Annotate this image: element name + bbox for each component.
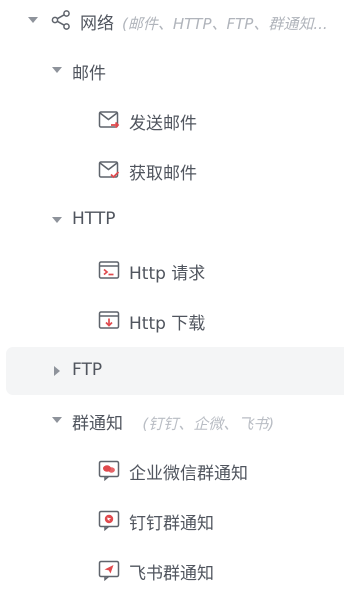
http-request-icon — [98, 261, 120, 279]
tree-leaf-label: Http 下载 — [129, 314, 206, 334]
tree-leaf-label: 飞书群通知 — [129, 564, 214, 584]
tree-leaf-http-download[interactable]: Http 下载 — [0, 300, 344, 340]
tree-leaf-label: Http 请求 — [129, 264, 206, 284]
tree-leaf-send-mail[interactable]: 发送邮件 — [0, 100, 344, 140]
tree-node-label: 网络 — [80, 14, 114, 34]
tree-leaf-label: 钉钉群通知 — [129, 514, 214, 534]
http-download-icon — [98, 311, 120, 329]
tree-node-label: 邮件 — [72, 64, 106, 84]
tree-node-http[interactable]: HTTP — [0, 200, 344, 240]
tree-node-hint: (邮件、HTTP、FTP、群通知... — [122, 15, 328, 33]
tree-leaf-label: 企业微信群通知 — [129, 464, 248, 484]
dingtalk-icon — [98, 510, 120, 531]
tree-node-label: HTTP — [72, 209, 116, 229]
wecom-icon — [98, 460, 120, 481]
expand-caret-icon[interactable] — [52, 417, 62, 423]
tree-leaf-http-request[interactable]: Http 请求 — [0, 250, 344, 290]
expand-caret-icon[interactable] — [28, 17, 38, 23]
feishu-icon — [98, 560, 120, 581]
tree-node-label: FTP — [72, 360, 103, 380]
tree-node-mail[interactable]: 邮件 — [0, 50, 344, 90]
tree-node-group-notify[interactable]: 群通知 (钉钉、企微、飞书) — [0, 400, 344, 440]
tree-node-hint: (钉钉、企微、飞书) — [142, 415, 275, 433]
expand-caret-icon[interactable] — [52, 217, 62, 223]
tree-leaf-label: 发送邮件 — [129, 114, 197, 134]
share-network-icon — [51, 10, 70, 30]
tree-node-network[interactable]: 网络 (邮件、HTTP、FTP、群通知... — [0, 0, 344, 40]
expand-caret-icon[interactable] — [52, 67, 62, 73]
tree-leaf-dingtalk[interactable]: 钉钉群通知 — [0, 500, 344, 540]
tree-leaf-feishu[interactable]: 飞书群通知 — [0, 550, 344, 590]
tree-leaf-label: 获取邮件 — [129, 164, 197, 184]
mail-send-icon — [98, 111, 120, 129]
mail-receive-icon — [98, 161, 120, 179]
collapse-caret-icon[interactable] — [54, 366, 60, 376]
tree-leaf-receive-mail[interactable]: 获取邮件 — [0, 150, 344, 190]
tree-node-label: 群通知 — [72, 414, 123, 434]
tree-node-ftp[interactable]: FTP — [6, 347, 344, 395]
tree-leaf-wecom[interactable]: 企业微信群通知 — [0, 450, 344, 490]
